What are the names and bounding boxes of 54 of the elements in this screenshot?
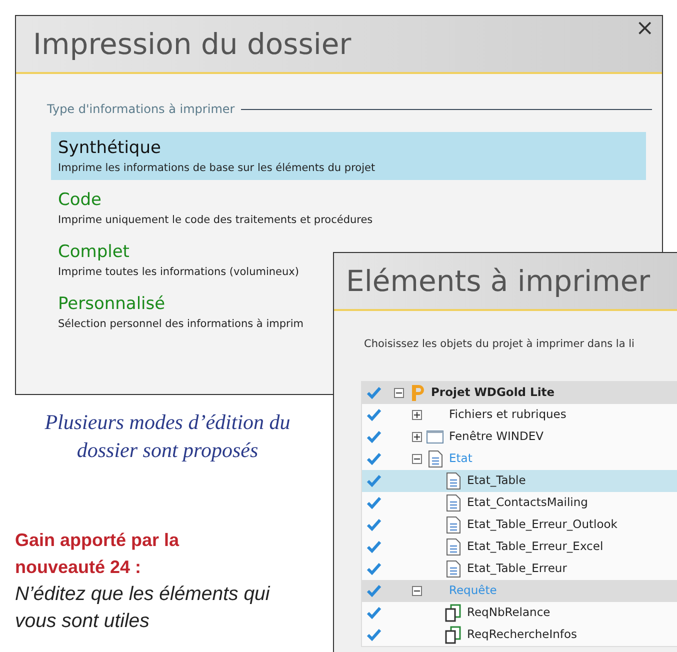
- tree-row[interactable]: Etat_Table_Erreur_Excel: [362, 536, 677, 558]
- print-option[interactable]: Synthétique Imprime les informations de base sur les éléments du projet: [51, 132, 646, 180]
- tree-row[interactable]: Etat_ContactsMailing: [362, 492, 677, 514]
- benefit-text: N’éditez que les éléments qui vous sont utiles: [15, 582, 271, 634]
- tree-row[interactable]: Etat_Table_Erreur_Outlook: [362, 514, 677, 536]
- window-title: Eléments à imprimer: [346, 266, 650, 296]
- group-label: Type d'informations à imprimer: [47, 101, 235, 118]
- tree-row[interactable]: Etat_Table_Erreur: [362, 558, 677, 580]
- expand-icon[interactable]: [412, 432, 422, 442]
- tree-row[interactable]: ReqNbRelance: [362, 602, 677, 624]
- instruction-text: Choisissez les objets du projet à imprimer dans la li: [364, 337, 636, 352]
- tree-label: ReqNbRelance: [467, 604, 550, 622]
- document-icon: [444, 472, 462, 490]
- tree-row[interactable]: Projet WDGold Lite: [362, 382, 677, 404]
- option-description: Imprime toutes les informations (volumineux): [58, 265, 299, 280]
- tree-row[interactable]: Etat_Table: [362, 470, 677, 492]
- tree-label: Etat_ContactsMailing: [467, 494, 588, 512]
- document-icon: [444, 516, 462, 534]
- window-title: Impression du dossier: [33, 30, 352, 58]
- expand-icon[interactable]: [412, 410, 422, 420]
- option-title: Code: [58, 189, 102, 212]
- tree-label: Etat_Table_Erreur: [467, 560, 567, 578]
- close-button[interactable]: ×: [636, 18, 654, 40]
- caption: Plusieurs modes d’édition du dossier sont proposés: [44, 409, 292, 464]
- option-title: Personnalisé: [58, 293, 166, 316]
- tree-label: Etat: [449, 450, 472, 468]
- collapse-icon[interactable]: [394, 388, 404, 398]
- print-option[interactable]: Code Imprime uniquement le code des traitements et procédures: [51, 184, 646, 232]
- document-icon: [444, 538, 462, 556]
- tree-label: Fenêtre WINDEV: [449, 428, 544, 446]
- tree-label: Etat_Table_Erreur_Excel: [467, 538, 604, 556]
- tree-row[interactable]: Fichiers et rubriques: [362, 404, 677, 426]
- query-icon: [444, 604, 462, 622]
- window-icon: [426, 428, 444, 446]
- option-title: Synthétique: [58, 137, 161, 160]
- query-icon: [444, 626, 462, 644]
- tree-label: Etat_Table_Erreur_Outlook: [467, 516, 618, 534]
- option-description: Imprime uniquement le code des traitements et procédures: [58, 213, 373, 228]
- document-icon: [444, 560, 462, 578]
- collapse-icon[interactable]: [412, 454, 422, 464]
- tree-row[interactable]: ReqRechercheInfos: [362, 624, 677, 646]
- option-description: Sélection personnel des informations à imprim: [58, 317, 304, 332]
- tree-label: Fichiers et rubriques: [449, 406, 566, 424]
- benefit-heading: Gain apporté par la nouveauté 24 :: [15, 529, 180, 579]
- document-icon: [426, 450, 444, 468]
- tree-label: Requête: [449, 582, 497, 600]
- document-icon: [444, 494, 462, 512]
- option-title: Complet: [58, 241, 130, 264]
- collapse-icon[interactable]: [412, 586, 422, 596]
- option-description: Imprime les informations de base sur les éléments du projet: [58, 161, 376, 176]
- tree-label: Etat_Table: [467, 472, 526, 490]
- tree-label: Projet WDGold Lite: [431, 384, 555, 402]
- tree-label: ReqRechercheInfos: [467, 626, 578, 644]
- tree-row[interactable]: Fenêtre WINDEV: [362, 426, 677, 448]
